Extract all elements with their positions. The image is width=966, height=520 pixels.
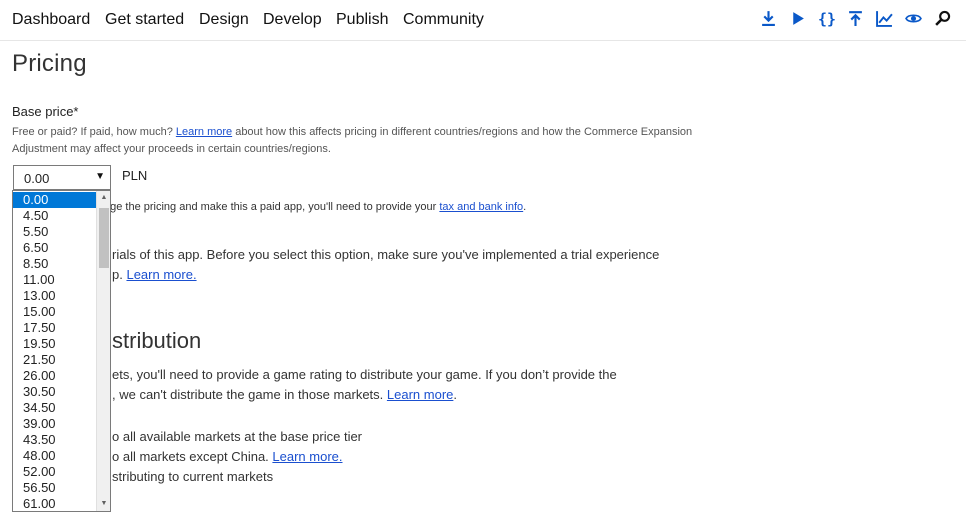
price-option[interactable]: 17.50 [13,320,97,336]
option-stop-distributing[interactable]: stributing to current markets [112,469,273,484]
option-all-markets[interactable]: o all available markets at the base pric… [112,429,362,444]
base-price-label: Base price* [12,104,79,119]
dropdown-scrollbar[interactable]: ▲ ▼ [96,191,110,511]
page-title: Pricing [12,50,87,77]
price-option[interactable]: 8.50 [13,256,97,272]
distribution-text-line2: , we can't distribute the game in those … [112,387,712,402]
price-option[interactable]: 4.50 [13,208,97,224]
nav-publish[interactable]: Publish [336,11,388,29]
chart-icon[interactable] [875,8,894,28]
play-icon[interactable] [788,8,807,28]
top-navigation: Dashboard Get started Design Develop Pub… [0,0,966,41]
download-icon[interactable] [759,8,778,28]
distribution-text: ets, you'll need to provide a game ratin… [112,367,617,382]
nav-community[interactable]: Community [403,11,484,29]
price-option[interactable]: 15.00 [13,304,97,320]
help-text-pre: Free or paid? If paid, how much? [12,126,176,138]
scroll-down-arrow-icon[interactable]: ▼ [97,497,110,511]
price-option[interactable]: 30.50 [13,384,97,400]
option-except-china[interactable]: o all markets except China. Learn more. [112,449,343,464]
price-option[interactable]: 61.00 [13,496,97,511]
price-option[interactable]: 0.00 [13,192,97,208]
china-learn-more-link[interactable]: Learn more. [272,449,342,464]
price-option[interactable]: 56.50 [13,480,97,496]
price-option[interactable]: 6.50 [13,240,97,256]
learn-more-link[interactable]: Learn more [176,126,232,138]
selected-price: 0.00 [24,171,50,186]
nav-develop[interactable]: Develop [263,11,322,29]
paid-note-end: . [523,201,527,213]
price-option[interactable]: 26.00 [13,368,97,384]
price-option[interactable]: 21.50 [13,352,97,368]
paid-app-note: nge the pricing and make this a paid app… [104,201,724,213]
price-option[interactable]: 13.00 [13,288,97,304]
scroll-up-arrow-icon[interactable]: ▲ [97,191,110,205]
price-option[interactable]: 48.00 [13,448,97,464]
nav-get-started[interactable]: Get started [105,11,184,29]
upload-icon[interactable] [846,8,865,28]
distribution-text2: , we can't distribute the game in those … [112,387,387,402]
base-price-select[interactable]: 0.00 ▼ [13,165,111,190]
base-price-help: Free or paid? If paid, how much? Learn m… [12,124,712,157]
nav-dashboard[interactable]: Dashboard [12,11,90,29]
price-option[interactable]: 52.00 [13,464,97,480]
currency-label: PLN [122,168,148,183]
dropdown-arrow-icon: ▼ [95,171,105,182]
scrollbar-thumb[interactable] [99,208,109,268]
price-option[interactable]: 5.50 [13,224,97,240]
eye-icon[interactable] [904,8,923,28]
free-trial-line2: p. Learn more. [112,267,197,282]
price-dropdown-list[interactable]: 0.00 4.50 5.50 6.50 8.50 11.00 13.00 15.… [12,190,111,512]
svg-text:{}: {} [818,10,835,27]
price-option[interactable]: 43.50 [13,432,97,448]
free-trial-text: rials of this app. Before you select thi… [112,247,660,262]
paid-note-text: nge the pricing and make this a paid app… [104,201,440,213]
price-option[interactable]: 39.00 [13,416,97,432]
search-icon[interactable] [933,8,952,28]
price-option[interactable]: 34.50 [13,400,97,416]
except-china-text: o all markets except China. [112,449,273,464]
price-option[interactable]: 19.50 [13,336,97,352]
tax-bank-info-link[interactable]: tax and bank info [439,201,523,213]
trial-learn-more-link[interactable]: Learn more. [126,267,196,282]
distribution-text2-end: . [453,387,458,402]
price-option[interactable]: 11.00 [13,272,97,288]
distribution-heading: stribution [112,328,202,353]
trial-line2-text: p. [112,267,127,282]
distribution-learn-more-link[interactable]: Learn more [387,387,453,402]
code-braces-icon[interactable]: {} [817,8,836,28]
toolbar: {} [759,8,952,28]
nav-design[interactable]: Design [199,11,249,29]
